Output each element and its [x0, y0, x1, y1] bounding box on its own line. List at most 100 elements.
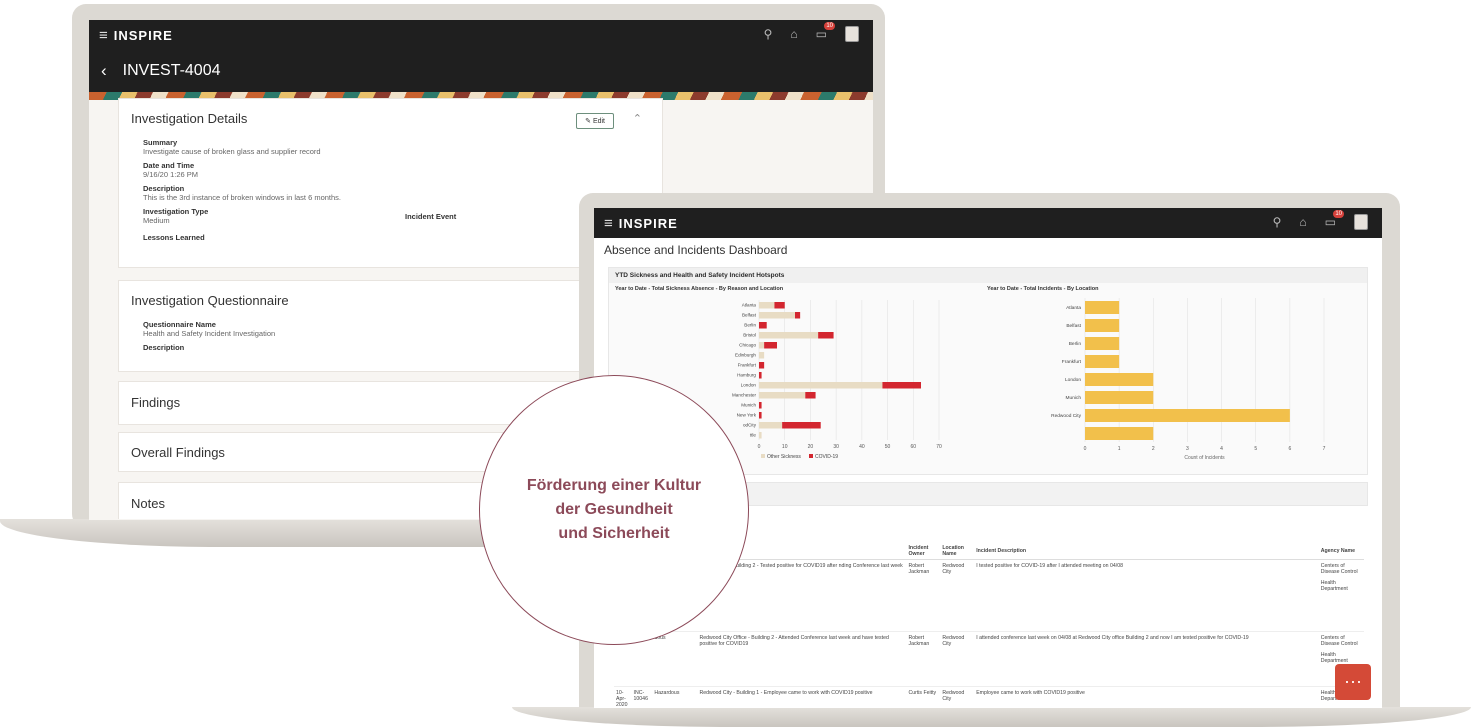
details-fields: Summary Investigate cause of broken glas…	[131, 138, 650, 242]
y-tick-label: Munich	[1066, 395, 1082, 401]
cell-date: 10-Apr-2020	[614, 686, 632, 708]
edit-label: Edit	[592, 118, 605, 125]
bar-incidents	[1085, 373, 1154, 386]
x-tick-label: 10	[782, 444, 788, 450]
back-app-header: ≡ INSPIRE ⚲ ⌂ ▭ 10	[89, 20, 873, 50]
edit-button[interactable]: ✎ Edit	[576, 113, 614, 129]
y-tick-label: Atlanta	[1066, 305, 1081, 311]
tagline-circle: Förderung einer Kultur der Gesundheit un…	[479, 375, 749, 645]
record-title: INVEST-4004	[122, 62, 221, 79]
x-tick-label: 5	[1254, 446, 1257, 452]
cell-location: Redwood City	[940, 686, 975, 708]
bar-covid-19	[882, 382, 921, 389]
field-label: Incident Event	[405, 212, 457, 221]
bar-covid-19	[774, 302, 785, 309]
x-tick-label: 7	[1323, 446, 1326, 452]
bar-incidents	[1085, 319, 1120, 332]
x-tick-label: 3	[1186, 446, 1189, 452]
agency-item: Health Department	[1320, 652, 1348, 664]
menu-icon[interactable]: ≡	[604, 215, 613, 232]
tagline-line: und Sicherheit	[558, 525, 670, 542]
field-label: Description	[143, 343, 185, 352]
bar-covid-19	[759, 372, 762, 379]
cell-location: Redwood City	[940, 559, 975, 632]
tagline-text: Förderung einer Kultur der Gesundheit un…	[527, 474, 701, 546]
bar-other-sickness	[759, 352, 765, 359]
field-value: This is the 3rd instance of broken windo…	[143, 193, 342, 202]
card-title: Investigation Details	[131, 111, 248, 126]
bar-other-sickness	[759, 332, 819, 339]
chart-title: Year to Date - Total Incidents - By Loca…	[987, 286, 1099, 292]
home-icon[interactable]: ⌂	[790, 27, 797, 41]
col-header-location: Location Name	[940, 543, 975, 560]
avatar[interactable]	[1354, 214, 1368, 230]
col-header-owner: Incident Owner	[906, 543, 941, 560]
card-title: Investigation Questionnaire	[131, 293, 289, 308]
notifications-icon[interactable]: ▭ 10	[816, 22, 835, 41]
chat-icon: ···	[1344, 671, 1362, 691]
field-value: Investigate cause of broken glass and su…	[143, 147, 321, 156]
cell-summary: Redwood City - Building 1 - Employee cam…	[697, 686, 907, 708]
tagline-line: Förderung einer Kultur	[526, 477, 702, 494]
bar-incidents	[1085, 355, 1120, 368]
record-header: ‹ INVEST-4004	[89, 50, 873, 92]
bar-incidents	[1085, 409, 1290, 422]
bar-covid-19	[805, 392, 816, 399]
x-tick-label: 60	[911, 444, 917, 450]
cell-id: INC-10046	[631, 686, 653, 708]
tagline-line: der Gesundheit	[555, 501, 673, 518]
cell-summary: Redwood City Office - Building 2 - Atten…	[697, 631, 907, 687]
search-icon[interactable]: ⚲	[1273, 215, 1282, 229]
y-tick-label: odCity	[743, 423, 757, 428]
bar-covid-19	[759, 322, 767, 329]
x-tick-label: 0	[1084, 446, 1087, 452]
legend-label: COVID-19	[815, 454, 838, 460]
legend-label: Other Sickness	[767, 454, 801, 460]
field-label: Questionnaire Name	[143, 320, 216, 329]
cell-owner: Robert Jackman	[906, 631, 941, 687]
table-row[interactable]: 10-Apr-2020 INC-10046 Hazardous Redwood …	[614, 686, 1364, 708]
cell-owner: Curtis Feitty	[906, 686, 941, 708]
notification-badge: 10	[1333, 210, 1344, 218]
y-tick-label: Atlanta	[742, 303, 757, 308]
y-tick-label: Manchester	[732, 393, 756, 398]
cell-description: I tested positive for COVID-19 after I a…	[974, 559, 1319, 632]
section-title: YTD Sickness and Health and Safety Incid…	[609, 268, 1367, 283]
y-tick-label: Chicago	[739, 343, 756, 348]
menu-icon[interactable]: ≡	[99, 27, 108, 44]
x-tick-label: 40	[859, 444, 865, 450]
sickness-absence-chart: 0 10 20 30 40 50 60 70 Atlanta Belfast Berlin Brist…	[732, 300, 942, 460]
x-tick-label: 1	[1118, 446, 1121, 452]
legend-swatch	[809, 454, 813, 458]
home-icon[interactable]: ⌂	[1299, 215, 1306, 229]
table-row[interactable]: dous Redwood City Office - Building 2 - …	[614, 631, 1364, 687]
cell-agency: Centers of Disease Control Health Departm…	[1318, 559, 1364, 632]
field-label: Description	[143, 184, 185, 193]
y-tick-label: Bristol	[743, 333, 756, 338]
y-tick-label: Berlin	[744, 323, 756, 328]
field-label: Lessons Learned	[143, 233, 205, 242]
x-tick-label: 30	[833, 444, 839, 450]
bar-covid-19	[795, 312, 801, 319]
field-label: Summary	[143, 138, 178, 147]
type-row: Investigation Type Medium Incident Event	[143, 207, 650, 225]
agency-item: Health Department	[1320, 580, 1348, 592]
chevron-up-icon[interactable]: ⌃	[633, 112, 642, 125]
avatar[interactable]	[845, 26, 859, 42]
y-tick-label: Hamburg	[737, 373, 756, 378]
x-tick-label: 20	[808, 444, 814, 450]
bar-covid-19	[759, 362, 765, 369]
x-tick-label: 70	[936, 444, 942, 450]
bar-incidents	[1085, 427, 1154, 440]
x-tick-label: 2	[1152, 446, 1155, 452]
y-tick-label: Frankfurt	[1062, 359, 1082, 365]
x-tick-label: 4	[1220, 446, 1223, 452]
notifications-icon[interactable]: ▭ 10	[1325, 210, 1344, 229]
cell-type: Hazardous	[652, 686, 698, 708]
field-label: Date and Time	[143, 161, 195, 170]
search-icon[interactable]: ⚲	[764, 27, 773, 41]
chat-button[interactable]: ···	[1335, 664, 1371, 700]
y-tick-label: Berlin	[1069, 341, 1082, 347]
cell-description: I attended conference last week on 04/08…	[974, 631, 1319, 687]
back-chevron-icon[interactable]: ‹	[101, 61, 107, 81]
